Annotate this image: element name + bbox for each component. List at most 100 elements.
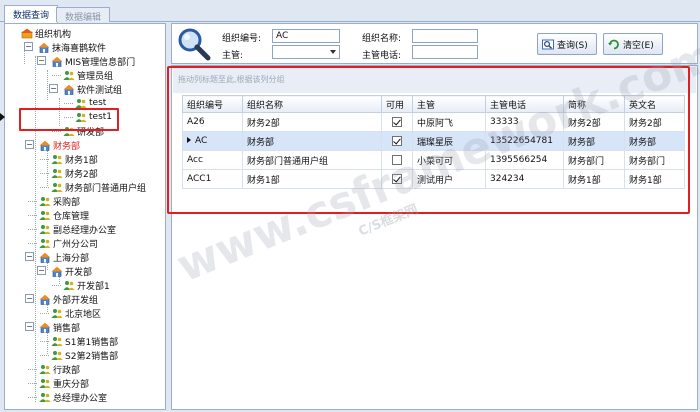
cell-name[interactable]: 财务部门普通用户组 [242, 150, 382, 170]
manager-label: 主管: [222, 51, 244, 61]
cell-name[interactable]: 财务1部 [242, 169, 382, 189]
tree-node[interactable]: 软件测试组 [63, 82, 122, 96]
cell-manager[interactable]: 中原阿飞 [412, 112, 486, 132]
table-header-row: 组织编号 组织名称 可用 主管 主管电话 简称 英文名 [182, 95, 685, 113]
tree-node-label: 开发部 [65, 267, 93, 278]
tree-node[interactable]: 财务部门普通用户组 [51, 180, 146, 194]
enabled-cell[interactable] [381, 131, 413, 151]
cell-code[interactable]: ACC1 [182, 169, 243, 189]
tree-node-label: MIS管理信息部门 [65, 57, 136, 68]
tree-node[interactable]: 销售部 [39, 320, 80, 334]
tree-expander-icon[interactable]: − [25, 322, 34, 331]
tree-connector [28, 369, 37, 370]
tree-node-label: 重庆分部 [53, 379, 90, 390]
cell-manager[interactable]: 瑞璨星辰 [412, 131, 486, 151]
table-row[interactable]: A26 财务2部 中原阿飞 33333 财务2部 财务2部 [182, 112, 685, 132]
tree-node[interactable]: 开发部1 [63, 278, 110, 292]
org-name-input[interactable] [412, 29, 478, 43]
tree-node[interactable]: MIS管理信息部门 [51, 54, 135, 68]
tree-node[interactable]: S2第2销售部 [51, 348, 118, 362]
cell-short[interactable]: 财务2部 [563, 112, 625, 132]
cell-manager[interactable]: 小菜可可 [412, 150, 486, 170]
cell-phone[interactable]: 13522654781 [485, 131, 564, 151]
cell-english[interactable]: 财务部门 [624, 150, 685, 170]
column-header-code[interactable]: 组织编号 [182, 95, 243, 113]
query-button[interactable]: 查询(S) [537, 33, 597, 55]
tree-node[interactable]: 行政部 [39, 362, 80, 376]
tab-data-query[interactable]: 数据查询 [4, 5, 59, 23]
cell-code[interactable]: Acc [182, 150, 243, 170]
cell-text: 财务2部 [568, 118, 601, 129]
tree-node[interactable]: 抹海喜鹊软件 [38, 40, 106, 54]
manager-select[interactable] [272, 45, 340, 59]
cell-english[interactable]: 财务2部 [624, 112, 685, 132]
clear-button[interactable]: 清空(E) [603, 33, 663, 55]
column-header-manager[interactable]: 主管 [412, 95, 486, 113]
column-header-short-name[interactable]: 简称 [563, 95, 625, 113]
user-group-icon [39, 378, 51, 389]
tree-node[interactable]: 总经理办公室 [39, 390, 107, 404]
column-header-english-name[interactable]: 英文名 [624, 95, 685, 113]
department-house-icon [39, 252, 51, 263]
org-code-input[interactable]: AC [272, 29, 340, 43]
cell-phone[interactable]: 1395566254 [485, 150, 564, 170]
tree-node[interactable]: 北京地区 [51, 306, 101, 320]
enabled-checkbox[interactable] [392, 173, 402, 184]
cell-code[interactable]: AC [182, 131, 243, 151]
tree-connector [28, 383, 37, 384]
column-header-name[interactable]: 组织名称 [242, 95, 382, 113]
tree-node[interactable]: 重庆分部 [39, 376, 89, 390]
tree-node[interactable]: 管理员组 [63, 68, 113, 82]
cell-english[interactable]: 财务部 [624, 131, 685, 151]
table-row[interactable]: AC 财务部 瑞璨星辰 13522654781 财务部 财务部 [182, 131, 685, 151]
tree-expander-icon[interactable]: − [37, 266, 46, 275]
enabled-checkbox[interactable] [392, 154, 402, 165]
tree-node-root[interactable]: 组织机构 [21, 26, 71, 40]
enabled-cell[interactable] [381, 169, 413, 189]
tree-node[interactable]: 财务部 [39, 138, 80, 152]
org-tree-panel: 组织机构 − 抹海喜鹊软件 − MIS管理信息部门 管理员组 − 软件测试组 test test1… [4, 23, 166, 410]
table-row[interactable]: Acc 财务部门普通用户组 小菜可可 1395566254 财务部门 财务部门 [182, 150, 685, 170]
tree-expander-icon[interactable]: − [25, 140, 34, 149]
tree-expander-icon[interactable]: − [24, 42, 33, 51]
tree-node[interactable]: 外部开发组 [39, 292, 98, 306]
magnifier-icon [176, 27, 212, 64]
tree-connector [52, 131, 61, 132]
table-row[interactable]: ACC1 财务1部 测试用户 324234 财务1部 财务1部 [182, 169, 685, 189]
tree-node[interactable]: 开发部 [51, 264, 92, 278]
enabled-cell[interactable] [381, 112, 413, 132]
tree-expander-icon[interactable]: − [37, 56, 46, 65]
tab-data-edit[interactable]: 数据编辑 [56, 7, 111, 23]
tree-node-label: 财务2部 [65, 169, 98, 180]
tree-node[interactable]: 副总经理办公室 [39, 222, 116, 236]
department-house-icon [39, 294, 51, 305]
cell-name[interactable]: 财务部 [242, 131, 382, 151]
column-header-enabled[interactable]: 可用 [381, 95, 413, 113]
cell-short[interactable]: 财务部 [563, 131, 625, 151]
tree-expander-icon[interactable]: − [25, 252, 34, 261]
tree-node-label: 组织机构 [35, 29, 72, 40]
cell-phone[interactable]: 324234 [485, 169, 564, 189]
column-header-phone[interactable]: 主管电话 [485, 95, 564, 113]
tree-node[interactable]: 采购部 [39, 194, 80, 208]
tree-node[interactable]: S1第1销售部 [51, 334, 118, 348]
tree-node[interactable]: 仓库管理 [39, 208, 89, 222]
enabled-checkbox[interactable] [392, 116, 402, 127]
tree-node[interactable]: 财务1部 [51, 152, 98, 166]
manager-phone-input[interactable] [412, 45, 478, 59]
cell-english[interactable]: 财务1部 [624, 169, 685, 189]
enabled-cell[interactable] [381, 150, 413, 170]
tree-expander-icon[interactable]: − [25, 294, 34, 303]
tree-node[interactable]: 上海分部 [39, 250, 89, 264]
tree-node[interactable]: 财务2部 [51, 166, 98, 180]
enabled-checkbox[interactable] [392, 135, 402, 146]
tree-node[interactable]: 广州分公司 [39, 236, 98, 250]
cell-name[interactable]: 财务2部 [242, 112, 382, 132]
cell-manager[interactable]: 测试用户 [412, 169, 486, 189]
cell-short[interactable]: 财务部门 [563, 150, 625, 170]
cell-code[interactable]: A26 [182, 112, 243, 132]
tree-connector [40, 313, 49, 314]
cell-short[interactable]: 财务1部 [563, 169, 625, 189]
tree-expander-icon[interactable]: − [49, 84, 58, 93]
cell-phone[interactable]: 33333 [485, 112, 564, 132]
